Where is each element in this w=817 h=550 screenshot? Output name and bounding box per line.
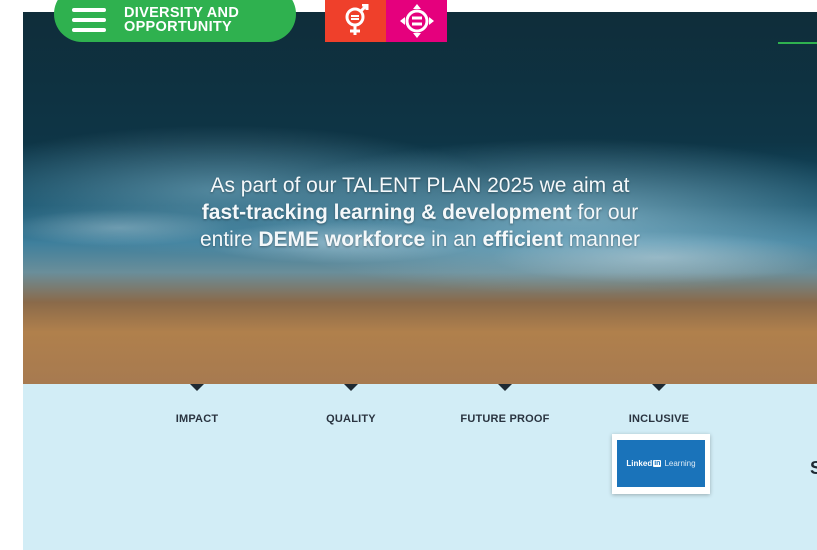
hero-emphasis-efficient: efficient bbox=[482, 228, 563, 251]
hero-line-2: fast-tracking learning & development for… bbox=[123, 199, 717, 226]
hero-line-2-rest: for our bbox=[571, 201, 639, 224]
section-menu-label-line2: OPPORTUNITY bbox=[124, 19, 233, 35]
pillar-marker-quality bbox=[344, 384, 358, 391]
section-menu-button[interactable]: DIVERSITY AND OPPORTUNITY bbox=[54, 0, 296, 42]
hero-line-3-a: entire bbox=[199, 228, 259, 251]
hero-line-3-c: manner bbox=[562, 228, 641, 251]
linkedin-in-mark: in bbox=[653, 460, 662, 467]
hamburger-menu-icon bbox=[72, 8, 106, 32]
sdg-reduced-inequalities-badge[interactable] bbox=[386, 0, 447, 42]
pillar-future-proof[interactable]: FUTURE PROOF bbox=[440, 413, 570, 425]
pillar-marker-inclusive bbox=[652, 384, 666, 391]
section-menu-label: DIVERSITY AND OPPORTUNITY bbox=[124, 5, 240, 35]
linkedin-learning-logo: Linked in Learning bbox=[617, 440, 705, 487]
clipped-edge-text: S bbox=[810, 458, 817, 478]
pillar-impact[interactable]: IMPACT bbox=[132, 413, 262, 425]
linkedin-word: Linked bbox=[626, 459, 653, 468]
section-menu-label-line1: DIVERSITY AND bbox=[124, 5, 240, 21]
pillar-marker-future-proof bbox=[498, 384, 512, 391]
sdg-gender-equality-badge[interactable] bbox=[325, 0, 386, 42]
hero-line-3-b: in an bbox=[425, 228, 483, 251]
hero-emphasis-workforce: DEME workforce bbox=[258, 228, 426, 251]
accent-divider bbox=[778, 42, 817, 44]
reduced-inequalities-icon bbox=[399, 4, 434, 38]
pillar-quality[interactable]: QUALITY bbox=[286, 413, 416, 425]
hero-emphasis-learning: fast-tracking learning & development bbox=[201, 201, 572, 224]
pillar-marker-impact bbox=[190, 384, 204, 391]
gender-equality-icon bbox=[345, 4, 368, 35]
hero-line-3: entire DEME workforce in an efficient ma… bbox=[123, 226, 717, 253]
pillar-inclusive[interactable]: INCLUSIVE bbox=[594, 413, 724, 425]
hero-line-1: As part of our TALENT PLAN 2025 we aim a… bbox=[210, 174, 630, 197]
linkedin-learning-card[interactable]: Linked in Learning bbox=[612, 434, 710, 494]
linkedin-learning-word: Learning bbox=[664, 459, 696, 468]
hero-ocean-image: As part of our TALENT PLAN 2025 we aim a… bbox=[23, 12, 817, 384]
hero-statement: As part of our TALENT PLAN 2025 we aim a… bbox=[123, 172, 717, 253]
